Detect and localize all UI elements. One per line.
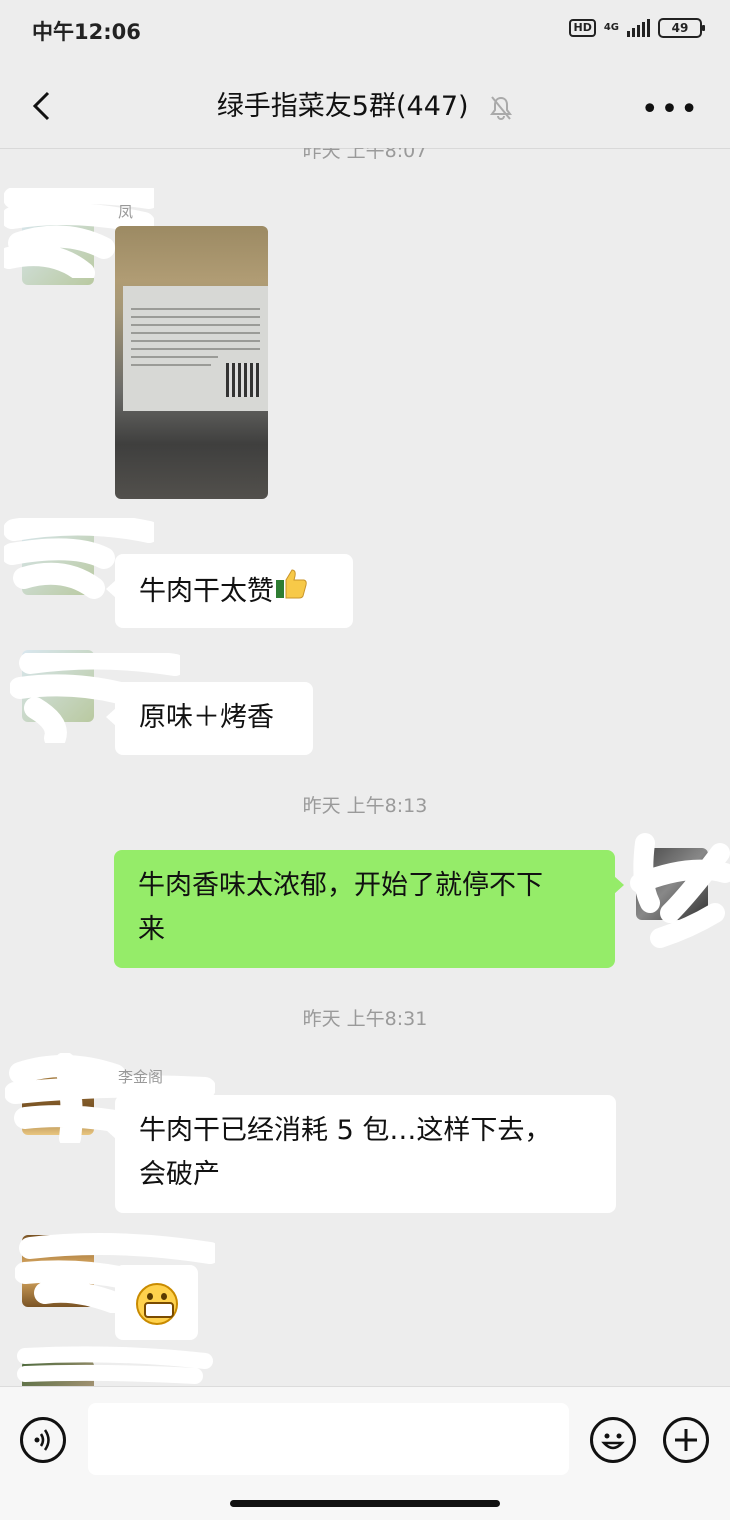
hd-badge: HD [569,19,596,37]
signal-icon [627,19,650,37]
chat-title: 绿手指菜友5群(447) [216,91,469,122]
voice-icon[interactable] [20,1417,66,1463]
redaction-scribble [17,1346,213,1384]
message-text-line: 牛肉香味太浓郁，开始了就停不下 [138,870,543,901]
battery-icon: 49 [658,18,705,38]
emoji-icon[interactable] [590,1417,636,1463]
message-text-line: 会破产 [139,1159,220,1190]
chat-header: 绿手指菜友5群(447) ••• [0,62,730,149]
timestamp: 昨天 上午8:13 [302,795,428,817]
timestamp: 昨天 上午8:31 [302,1008,428,1030]
thumbs-up-icon [276,569,307,599]
message-bubble[interactable]: 牛肉干已经消耗 5 包…这样下去， 会破产 [106,1095,616,1213]
nickname: 凤 [118,203,134,221]
status-time: 中午12:06 [32,20,141,44]
message-input[interactable] [88,1403,569,1475]
timestamp: 昨天 上午8:07 [302,148,428,162]
status-indicators: HD 4G 49 [569,18,705,38]
message-bubble[interactable]: 原味＋烤香 [106,682,313,755]
qr-code-icon [226,363,260,397]
message-bubble-outgoing[interactable]: 牛肉香味太浓郁，开始了就停不下 来 [114,850,624,968]
message-list[interactable]: 昨天 上午8:07 凤 牛肉干太赞 原味＋烤香 昨天 上午8:13 牛肉香味太浓… [0,148,730,1386]
message-text-line: 来 [138,914,165,945]
more-icon[interactable]: ••• [641,92,700,127]
message-text-line: 牛肉干已经消耗 5 包…这样下去， [139,1115,552,1146]
chat-title-wrap: 绿手指菜友5群(447) [0,84,730,123]
status-bar: 中午12:06 HD 4G 49 [0,0,730,62]
message-text: 牛肉干太赞 [139,576,274,607]
network-label: 4G [603,22,619,33]
redaction-scribble [630,833,730,948]
message-bubble[interactable]: 牛肉干太赞 [106,554,353,628]
bell-muted-icon [490,95,513,120]
product-label [123,286,268,411]
product-photo[interactable] [115,226,268,499]
nickname: 李金阁 [118,1068,164,1086]
message-bubble[interactable] [106,1265,198,1340]
message-text: 原味＋烤香 [139,702,274,733]
home-indicator[interactable] [230,1500,500,1507]
plus-icon[interactable] [663,1417,709,1463]
grin-icon [136,1282,178,1325]
